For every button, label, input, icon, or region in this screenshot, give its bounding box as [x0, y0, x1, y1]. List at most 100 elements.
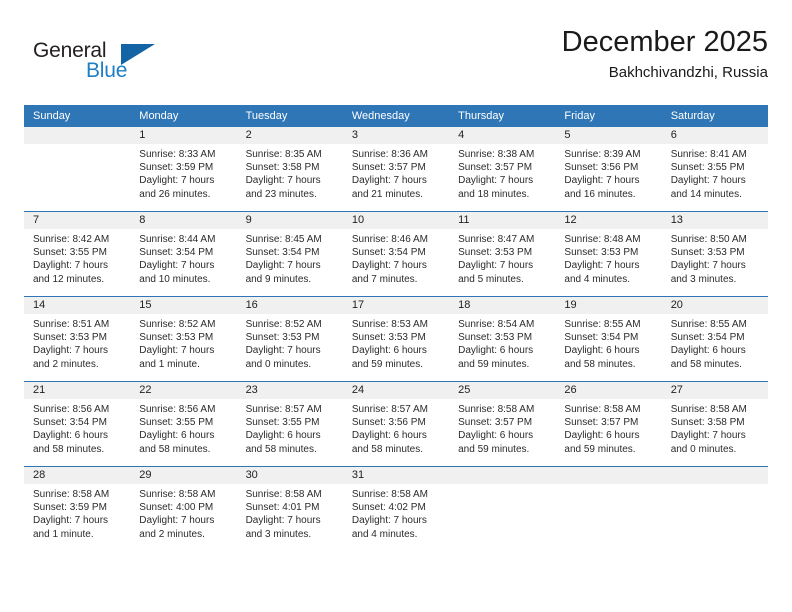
sunrise-text: Sunrise: 8:41 AM	[670, 149, 747, 160]
calendar-day-cell[interactable]: 8 Sunrise: 8:44 AM Sunset: 3:54 PM Daylight…	[130, 211, 237, 297]
calendar-day-cell[interactable]: 3 Sunrise: 8:36 AM Sunset: 3:57 PM Daylight…	[342, 127, 450, 212]
daylight-text-line1: Daylight: 7 hours	[139, 175, 215, 187]
daylight-text-line2: and 58 minutes.	[33, 443, 105, 455]
sunset-text: Sunset: 3:53 PM	[670, 247, 745, 259]
daylight-text-line2: and 21 minutes.	[351, 188, 424, 200]
day-details: Sunrise: 8:58 AM Sunset: 4:00 PM Daylight:…	[130, 484, 236, 541]
calendar-day-cell[interactable]: 11 Sunrise: 8:47 AM Sunset: 3:53 PM Dayligh…	[449, 211, 556, 297]
sunrise-text: Sunrise: 8:56 AM	[33, 404, 110, 415]
daylight-text-line2: and 59 minutes.	[458, 443, 530, 455]
day-number: 3	[342, 127, 450, 144]
sunrise-text: Sunrise: 8:52 AM	[139, 319, 216, 330]
calendar-day-cell[interactable]: 18 Sunrise: 8:54 AM Sunset: 3:53 PM Dayligh…	[449, 296, 556, 382]
calendar-day-cell[interactable]: 23 Sunrise: 8:57 AM Sunset: 3:55 PM Dayligh…	[236, 381, 343, 467]
sunrise-text: Sunrise: 8:58 AM	[670, 404, 747, 415]
calendar-day-cell[interactable]: 6 Sunrise: 8:41 AM Sunset: 3:55 PM Daylight…	[661, 127, 768, 212]
sunset-text: Sunset: 3:57 PM	[351, 162, 426, 174]
daylight-text-line1: Daylight: 6 hours	[33, 430, 109, 442]
sunrise-text: Sunrise: 8:47 AM	[458, 234, 535, 245]
calendar-day-cell[interactable]: 29 Sunrise: 8:58 AM Sunset: 4:00 PM Dayligh…	[130, 466, 237, 551]
daylight-text-line1: Daylight: 6 hours	[564, 345, 640, 357]
weekday-header-wednesday: Wednesday	[342, 105, 450, 127]
sunrise-text: Sunrise: 8:35 AM	[245, 149, 322, 160]
calendar-day-cell[interactable]: 13 Sunrise: 8:50 AM Sunset: 3:53 PM Dayligh…	[661, 211, 768, 297]
calendar-day-cell[interactable]: 1 Sunrise: 8:33 AM Sunset: 3:59 PM Daylight…	[130, 127, 237, 212]
sunset-text: Sunset: 3:54 PM	[564, 332, 639, 344]
calendar-day-cell[interactable]: 25 Sunrise: 8:58 AM Sunset: 3:57 PM Dayligh…	[449, 381, 556, 467]
sunset-text: Sunset: 3:57 PM	[458, 162, 533, 174]
calendar-day-cell[interactable]: 17 Sunrise: 8:53 AM Sunset: 3:53 PM Dayligh…	[342, 296, 450, 382]
calendar-day-cell[interactable]: 22 Sunrise: 8:56 AM Sunset: 3:55 PM Dayligh…	[130, 381, 237, 467]
daylight-text-line1: Daylight: 7 hours	[351, 175, 427, 187]
day-details: Sunrise: 8:56 AM Sunset: 3:55 PM Daylight:…	[130, 399, 236, 456]
day-number: 23	[236, 382, 343, 399]
day-details: Sunrise: 8:58 AM Sunset: 4:02 PM Daylight:…	[343, 484, 449, 541]
weekday-header-sunday: Sunday	[24, 105, 131, 127]
calendar-day-cell[interactable]: 10 Sunrise: 8:46 AM Sunset: 3:54 PM Dayligh…	[342, 211, 450, 297]
day-details: Sunrise: 8:58 AM Sunset: 3:57 PM Daylight:…	[555, 399, 661, 456]
sunset-text: Sunset: 4:02 PM	[351, 502, 426, 514]
daylight-text-line1: Daylight: 7 hours	[139, 260, 215, 272]
sunrise-text: Sunrise: 8:57 AM	[351, 404, 428, 415]
calendar-day-cell[interactable]: 12 Sunrise: 8:48 AM Sunset: 3:53 PM Dayligh…	[555, 211, 662, 297]
calendar-day-cell[interactable]: 31 Sunrise: 8:58 AM Sunset: 4:02 PM Dayligh…	[342, 466, 450, 551]
sunset-text: Sunset: 3:55 PM	[670, 162, 745, 174]
daylight-text-line1: Daylight: 7 hours	[670, 260, 746, 272]
calendar-day-cell[interactable]: 20 Sunrise: 8:55 AM Sunset: 3:54 PM Dayligh…	[661, 296, 768, 382]
sunrise-text: Sunrise: 8:58 AM	[351, 489, 428, 500]
weekday-header-monday: Monday	[130, 105, 237, 127]
daylight-text-line1: Daylight: 7 hours	[245, 345, 321, 357]
day-number: 12	[555, 212, 662, 229]
calendar-day-cell[interactable]: 15 Sunrise: 8:52 AM Sunset: 3:53 PM Dayligh…	[130, 296, 237, 382]
sunrise-text: Sunrise: 8:39 AM	[564, 149, 641, 160]
calendar-day-cell[interactable]: 5 Sunrise: 8:39 AM Sunset: 3:56 PM Daylight…	[555, 127, 662, 212]
day-details: Sunrise: 8:45 AM Sunset: 3:54 PM Daylight:…	[237, 229, 343, 286]
daylight-text-line1: Daylight: 6 hours	[351, 345, 427, 357]
calendar-day-cell[interactable]: 14 Sunrise: 8:51 AM Sunset: 3:53 PM Dayligh…	[24, 296, 131, 382]
day-number: 25	[449, 382, 556, 399]
sunrise-text: Sunrise: 8:52 AM	[245, 319, 322, 330]
calendar-day-cell[interactable]: 7 Sunrise: 8:42 AM Sunset: 3:55 PM Daylight…	[24, 211, 131, 297]
daylight-text-line1: Daylight: 7 hours	[564, 260, 640, 272]
day-number	[661, 467, 768, 484]
day-number: 14	[24, 297, 131, 314]
day-number: 16	[236, 297, 343, 314]
daylight-text-line1: Daylight: 6 hours	[564, 430, 640, 442]
daylight-text-line1: Daylight: 7 hours	[564, 175, 640, 187]
day-details: Sunrise: 8:47 AM Sunset: 3:53 PM Daylight:…	[449, 229, 555, 286]
day-details: Sunrise: 8:35 AM Sunset: 3:58 PM Daylight:…	[237, 144, 343, 201]
day-number: 10	[342, 212, 450, 229]
sunset-text: Sunset: 3:53 PM	[139, 332, 214, 344]
day-number: 9	[236, 212, 343, 229]
daylight-text-line1: Daylight: 7 hours	[33, 260, 109, 272]
calendar-day-cell[interactable]: 24 Sunrise: 8:57 AM Sunset: 3:56 PM Dayligh…	[342, 381, 450, 467]
day-number: 13	[661, 212, 768, 229]
daylight-text-line1: Daylight: 7 hours	[670, 175, 746, 187]
daylight-text-line1: Daylight: 7 hours	[245, 515, 321, 527]
daylight-text-line2: and 18 minutes.	[458, 188, 530, 200]
sunrise-text: Sunrise: 8:50 AM	[670, 234, 747, 245]
daylight-text-line2: and 1 minute.	[139, 358, 200, 370]
daylight-text-line2: and 58 minutes.	[139, 443, 211, 455]
daylight-text-line2: and 3 minutes.	[670, 273, 737, 285]
day-number: 27	[661, 382, 768, 399]
daylight-text-line1: Daylight: 7 hours	[245, 175, 321, 187]
sunset-text: Sunset: 4:01 PM	[245, 502, 320, 514]
calendar-day-cell[interactable]: 4 Sunrise: 8:38 AM Sunset: 3:57 PM Daylight…	[449, 127, 556, 212]
sunset-text: Sunset: 3:54 PM	[351, 247, 426, 259]
calendar-day-cell[interactable]: 27 Sunrise: 8:58 AM Sunset: 3:58 PM Dayligh…	[661, 381, 768, 467]
calendar-day-cell[interactable]: 16 Sunrise: 8:52 AM Sunset: 3:53 PM Dayligh…	[236, 296, 343, 382]
calendar-day-cell[interactable]: 26 Sunrise: 8:58 AM Sunset: 3:57 PM Dayligh…	[555, 381, 662, 467]
calendar-week-row: 21 Sunrise: 8:56 AM Sunset: 3:54 PM Dayligh…	[24, 381, 768, 467]
calendar-day-cell[interactable]: 21 Sunrise: 8:56 AM Sunset: 3:54 PM Dayligh…	[24, 381, 131, 467]
sunrise-text: Sunrise: 8:42 AM	[33, 234, 110, 245]
daylight-text-line1: Daylight: 7 hours	[458, 260, 534, 272]
calendar-day-cell[interactable]: 9 Sunrise: 8:45 AM Sunset: 3:54 PM Daylight…	[236, 211, 343, 297]
sunrise-text: Sunrise: 8:53 AM	[351, 319, 428, 330]
calendar-day-cell[interactable]: 28 Sunrise: 8:58 AM Sunset: 3:59 PM Dayligh…	[24, 466, 131, 551]
calendar-day-cell[interactable]: 19 Sunrise: 8:55 AM Sunset: 3:54 PM Dayligh…	[555, 296, 662, 382]
calendar-day-cell[interactable]: 2 Sunrise: 8:35 AM Sunset: 3:58 PM Daylight…	[236, 127, 343, 212]
day-details: Sunrise: 8:44 AM Sunset: 3:54 PM Daylight:…	[130, 229, 236, 286]
day-number: 17	[342, 297, 450, 314]
calendar-day-cell[interactable]: 30 Sunrise: 8:58 AM Sunset: 4:01 PM Dayligh…	[236, 466, 343, 551]
